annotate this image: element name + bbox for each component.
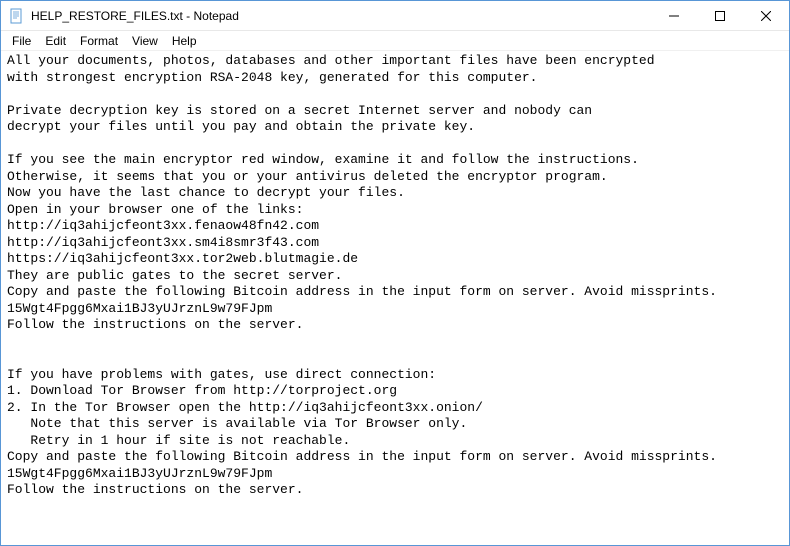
window-controls (651, 1, 789, 30)
titlebar[interactable]: HELP_RESTORE_FILES.txt - Notepad (1, 1, 789, 31)
menu-edit[interactable]: Edit (38, 32, 73, 50)
notepad-window: HELP_RESTORE_FILES.txt - Notepad File Ed… (0, 0, 790, 546)
maximize-button[interactable] (697, 1, 743, 30)
menu-file[interactable]: File (5, 32, 38, 50)
notepad-icon (9, 8, 25, 24)
close-button[interactable] (743, 1, 789, 30)
menu-help[interactable]: Help (165, 32, 204, 50)
menubar: File Edit Format View Help (1, 31, 789, 51)
menu-format[interactable]: Format (73, 32, 125, 50)
menu-view[interactable]: View (125, 32, 165, 50)
text-editor[interactable]: All your documents, photos, databases an… (1, 51, 789, 545)
window-title: HELP_RESTORE_FILES.txt - Notepad (31, 9, 651, 23)
minimize-button[interactable] (651, 1, 697, 30)
